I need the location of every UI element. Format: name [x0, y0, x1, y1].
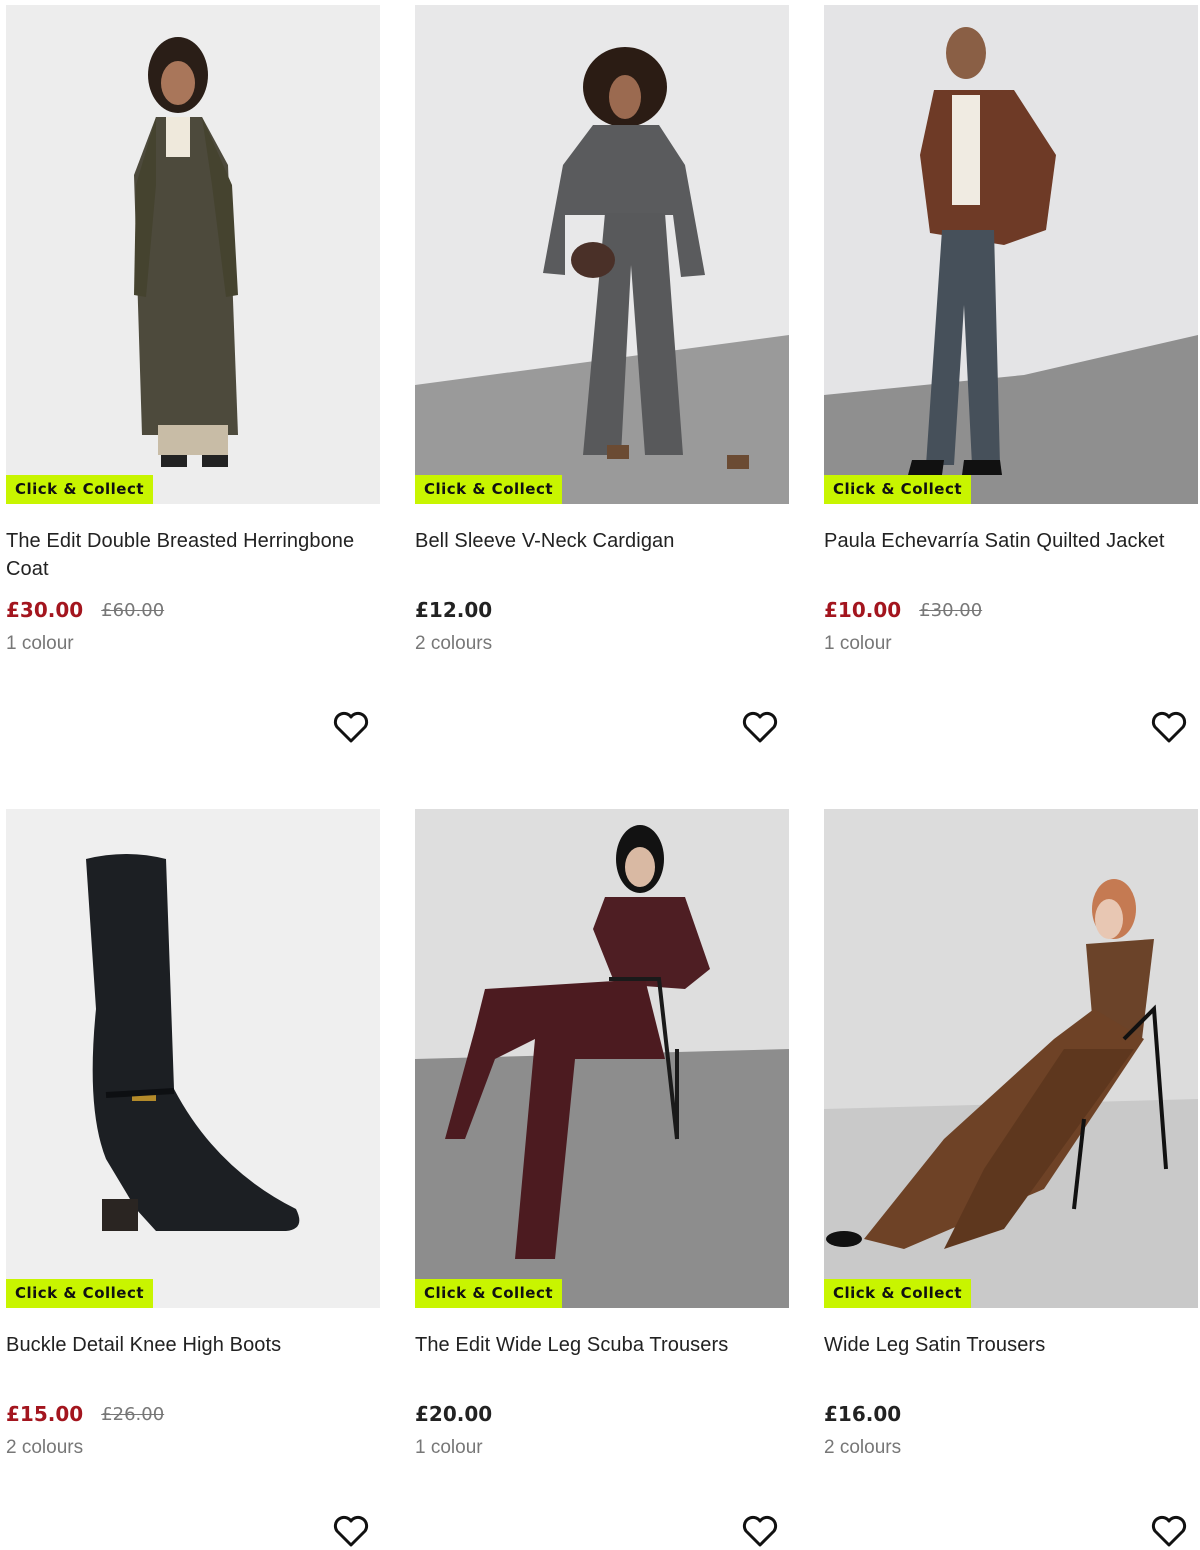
product-card[interactable]: Click & Collect The Edit Wide Leg Scuba …	[415, 809, 789, 1459]
product-photo-satin-trousers	[824, 809, 1198, 1308]
product-photo-coat	[6, 5, 380, 504]
current-price: £10.00	[824, 598, 902, 622]
price-row: £15.00 £26.00	[6, 1399, 380, 1429]
product-card[interactable]: Click & Collect Bell Sleeve V-Neck Cardi…	[415, 5, 789, 655]
price-row: £10.00 £30.00	[824, 595, 1198, 625]
wishlist-heart-icon[interactable]	[741, 709, 779, 745]
product-image[interactable]: Click & Collect	[415, 5, 789, 504]
click-collect-badge: Click & Collect	[6, 1279, 154, 1308]
current-price: £20.00	[415, 1402, 493, 1426]
price-row: £12.00	[415, 595, 789, 625]
product-card[interactable]: Click & Collect The Edit Double Breasted…	[6, 5, 380, 655]
product-title[interactable]: Paula Echevarría Satin Quilted Jacket	[824, 527, 1198, 587]
product-card[interactable]: Click & Collect Paula Echevarría Satin Q…	[824, 5, 1198, 655]
product-image[interactable]: Click & Collect	[824, 809, 1198, 1308]
current-price: £30.00	[6, 598, 84, 622]
price-row: £20.00	[415, 1399, 789, 1429]
wishlist-heart-icon[interactable]	[741, 1513, 779, 1549]
product-title[interactable]: Wide Leg Satin Trousers	[824, 1331, 1198, 1391]
wishlist-heart-icon[interactable]	[1150, 709, 1188, 745]
current-price: £15.00	[6, 1402, 84, 1426]
product-photo-cardigan	[415, 5, 789, 504]
original-price: £26.00	[101, 1403, 165, 1425]
current-price: £12.00	[415, 598, 493, 622]
click-collect-badge: Click & Collect	[824, 475, 972, 504]
price-row: £16.00	[824, 1399, 1198, 1429]
product-image[interactable]: Click & Collect	[824, 5, 1198, 504]
wishlist-heart-icon[interactable]	[332, 709, 370, 745]
colour-count: 1 colour	[6, 633, 74, 654]
price-row: £30.00 £60.00	[6, 595, 380, 625]
product-photo-trousers-scuba	[415, 809, 789, 1308]
product-photo-boot	[6, 809, 380, 1308]
click-collect-badge: Click & Collect	[415, 475, 563, 504]
product-image[interactable]: Click & Collect	[415, 809, 789, 1308]
product-image[interactable]: Click & Collect	[6, 5, 380, 504]
product-title[interactable]: The Edit Wide Leg Scuba Trousers	[415, 1331, 789, 1391]
colour-count: 2 colours	[824, 1437, 902, 1458]
product-title[interactable]: Buckle Detail Knee High Boots	[6, 1331, 380, 1391]
colour-count: 2 colours	[6, 1437, 84, 1458]
original-price: £60.00	[101, 599, 165, 621]
colour-count: 1 colour	[824, 633, 892, 654]
wishlist-heart-icon[interactable]	[1150, 1513, 1188, 1549]
product-title[interactable]: Bell Sleeve V-Neck Cardigan	[415, 527, 789, 587]
colour-count: 1 colour	[415, 1437, 483, 1458]
product-card[interactable]: Click & Collect Wide Leg Satin Trousers …	[824, 809, 1198, 1459]
current-price: £16.00	[824, 1402, 902, 1426]
product-grid: Click & Collect The Edit Double Breasted…	[0, 0, 1200, 1550]
product-photo-jacket	[824, 5, 1198, 504]
click-collect-badge: Click & Collect	[824, 1279, 972, 1308]
click-collect-badge: Click & Collect	[415, 1279, 563, 1308]
product-card[interactable]: Click & Collect Buckle Detail Knee High …	[6, 809, 380, 1459]
product-title[interactable]: The Edit Double Breasted Herringbone Coa…	[6, 527, 380, 587]
product-image[interactable]: Click & Collect	[6, 809, 380, 1308]
colour-count: 2 colours	[415, 633, 493, 654]
click-collect-badge: Click & Collect	[6, 475, 154, 504]
wishlist-heart-icon[interactable]	[332, 1513, 370, 1549]
original-price: £30.00	[919, 599, 983, 621]
